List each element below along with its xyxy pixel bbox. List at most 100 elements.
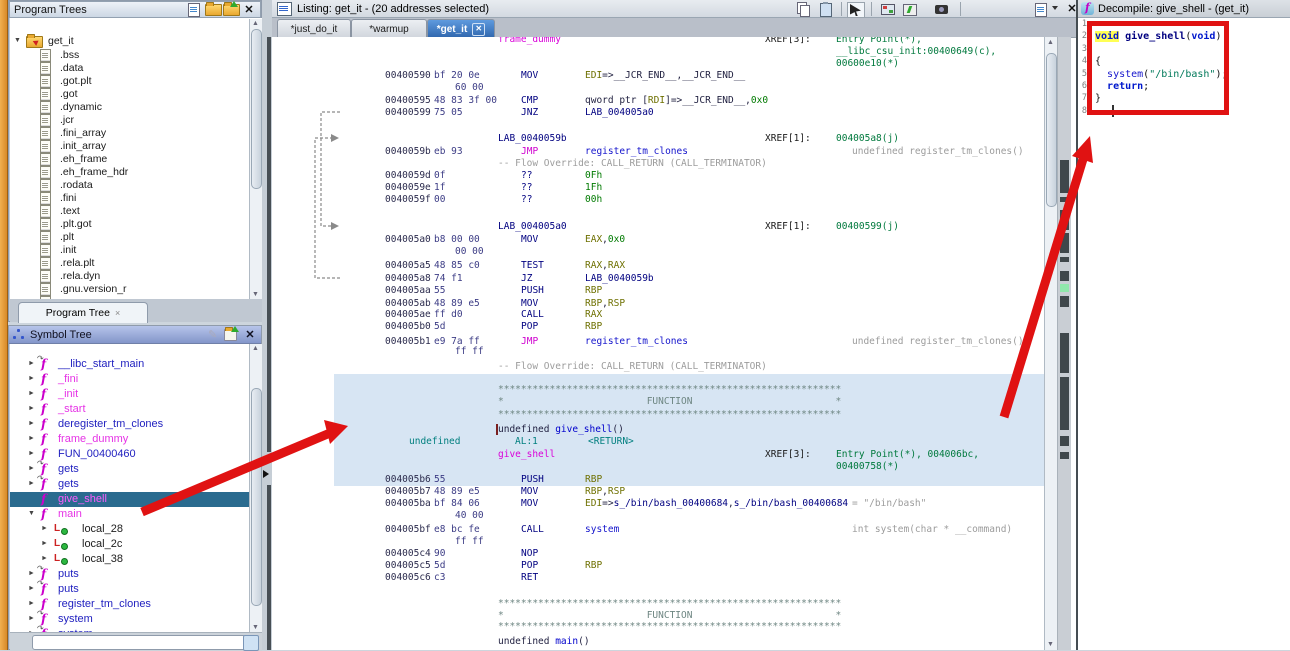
overview-mark[interactable] (1060, 377, 1069, 430)
edit-fields-icon[interactable] (880, 2, 896, 16)
symbol-item-main[interactable]: ▼fmain (10, 507, 262, 522)
listing-line[interactable]: ff ff (272, 346, 1044, 357)
expander-icon[interactable]: ► (28, 480, 35, 487)
tree-item[interactable]: .fini_array (10, 127, 262, 140)
symbol-item-deregister_tm_clones[interactable]: ►fderegister_tm_clones (10, 417, 262, 432)
symbol-item-_start[interactable]: ►f_start (10, 402, 262, 417)
listing-line[interactable]: 0040059f00??00h (272, 194, 1044, 205)
tree-item[interactable]: .plt (10, 231, 262, 244)
expander-icon[interactable]: ► (28, 420, 35, 427)
overview-mark[interactable] (1060, 284, 1069, 292)
listing-line[interactable]: 004005a874 f1JZLAB_0040059b (272, 273, 1044, 284)
expand-folder-icon[interactable] (224, 328, 239, 341)
listing-line[interactable]: give_shellXREF[3]:Entry Point(*), 004006… (272, 449, 1044, 460)
overview-margin[interactable] (1057, 37, 1071, 650)
symbol-item-local_28[interactable]: ►Llocal_28 (10, 522, 262, 537)
tree-item[interactable]: .gnu.version_r (10, 283, 262, 296)
panel-splitter[interactable] (262, 0, 272, 650)
listing-line[interactable]: 00400590bf 20 0eMOVEDI=>__JCR_END__,__JC… (272, 70, 1044, 81)
listing-line[interactable]: 0040059beb 93JMPregister_tm_clonesundefi… (272, 146, 1044, 157)
listing-line[interactable]: 004005a548 85 c0TESTRAX,RAX (272, 260, 1044, 271)
expander-icon[interactable]: ► (28, 360, 35, 367)
paste-icon[interactable] (818, 2, 834, 16)
overview-mark[interactable] (1060, 452, 1069, 459)
filter-input[interactable] (32, 635, 246, 650)
listing-line[interactable]: undefined give_shell() (272, 424, 1044, 435)
edit-pencil-icon[interactable]: ✎ (206, 328, 221, 341)
tree-item[interactable]: .fini (10, 192, 262, 205)
expander-icon[interactable]: ► (28, 375, 35, 382)
expander-icon[interactable]: ► (28, 570, 35, 577)
tree-item[interactable]: .init_array (10, 140, 262, 153)
tree-item[interactable]: .rela.dyn (10, 270, 262, 283)
expander-icon[interactable]: ► (28, 465, 35, 472)
tree-item[interactable]: .jcr (10, 114, 262, 127)
listing-line[interactable]: 0040059d0f??0Fh (272, 170, 1044, 181)
splitter-collapse-icon[interactable] (263, 470, 269, 478)
symbol-item-gets[interactable]: ►f↷gets (10, 477, 262, 492)
listing-line[interactable]: 004005b655PUSHRBP (272, 474, 1044, 485)
listing-content[interactable]: frame_dummyXREF[3]:Entry Point(*),__libc… (272, 37, 1044, 650)
tab-get-it[interactable]: *get_it ✕ (427, 19, 495, 38)
overview-mark[interactable] (1060, 296, 1069, 307)
listing-line[interactable]: 004005aa55PUSHRBP (272, 285, 1044, 296)
expander-icon[interactable]: ► (41, 540, 48, 547)
listing-scrollbar[interactable]: ▲ ▼ (1044, 37, 1057, 650)
tab-warmup[interactable]: *warmup (351, 19, 427, 38)
expander-icon[interactable]: ► (41, 525, 48, 532)
tab-program-tree[interactable]: Program Tree × (18, 302, 148, 323)
expander-icon[interactable]: ► (41, 555, 48, 562)
symbol-item-puts[interactable]: ►f↷puts (10, 567, 262, 582)
listing-line[interactable]: 004005c55dPOPRBP (272, 560, 1044, 571)
tree-item[interactable]: .bss (10, 49, 262, 62)
overview-mark[interactable] (1060, 436, 1069, 446)
listing-line[interactable]: ff ff (272, 536, 1044, 547)
symbol-item-_init[interactable]: ►f_init (10, 387, 262, 402)
listing-line[interactable]: LAB_004005a0XREF[1]:00400599(j) (272, 221, 1044, 232)
dropdown-icon[interactable] (1052, 6, 1058, 10)
filter-options-icon[interactable] (243, 635, 259, 651)
overview-mark[interactable] (1060, 271, 1069, 281)
listing-line[interactable]: ****************************************… (272, 598, 1044, 609)
tree-item[interactable]: .dynamic (10, 101, 262, 114)
listing-line[interactable]: undefinedAL:1<RETURN> (272, 436, 1044, 447)
listing-line[interactable]: 0040059975 05JNZLAB_004005a0 (272, 107, 1044, 118)
listing-line[interactable]: 004005b748 89 e5MOVRBP,RSP (272, 486, 1044, 497)
listing-line[interactable]: 00 00 (272, 246, 1044, 257)
display-options-icon[interactable] (1034, 2, 1050, 16)
new-tree-icon[interactable] (223, 3, 238, 16)
symbol-tree-scrollbar[interactable]: ▲ ▼ (249, 344, 262, 632)
expander-icon[interactable]: ▼ (28, 510, 35, 517)
symbol-item-give_shell[interactable]: fgive_shell (10, 492, 262, 507)
program-tree-scrollbar[interactable]: ▲ ▼ (249, 19, 262, 299)
expander-icon[interactable]: ► (28, 615, 35, 622)
listing-line[interactable]: -- Flow Override: CALL_RETURN (CALL_TERM… (272, 361, 1044, 372)
expander-icon[interactable]: ► (28, 435, 35, 442)
listing-line[interactable]: LAB_0040059bXREF[1]:004005a8(j) (272, 133, 1044, 144)
tree-item[interactable]: .text (10, 205, 262, 218)
copy-icon[interactable] (796, 2, 812, 16)
tree-item[interactable]: .plt.got (10, 218, 262, 231)
listing-line[interactable]: __libc_csu_init:00400649(c), (272, 46, 1044, 57)
listing-line[interactable]: -- Flow Override: CALL_RETURN (CALL_TERM… (272, 158, 1044, 169)
tree-item[interactable]: .eh_frame (10, 153, 262, 166)
overview-mark[interactable] (1060, 333, 1069, 373)
symbol-item-_fini[interactable]: ►f_fini (10, 372, 262, 387)
open-folder-icon[interactable] (205, 3, 220, 16)
listing-line[interactable]: 00600e10(*) (272, 58, 1044, 69)
listing-line[interactable]: * FUNCTION * (272, 396, 1044, 407)
expander-icon[interactable]: ► (28, 600, 35, 607)
tree-item[interactable]: .got.plt (10, 75, 262, 88)
listing-line[interactable]: 004005c490NOP (272, 548, 1044, 559)
tree-item[interactable]: .rela.plt (10, 257, 262, 270)
listing-line[interactable]: undefined main() (272, 636, 1044, 647)
overview-mark[interactable] (1060, 210, 1069, 230)
expander-icon[interactable]: ► (28, 585, 35, 592)
listing-line[interactable]: 0040059548 83 3f 00CMPqword ptr [RDI]=>_… (272, 95, 1044, 106)
listing-line[interactable]: 00400758(*) (272, 461, 1044, 472)
snapshot-icon[interactable] (934, 2, 950, 16)
overview-mark[interactable] (1060, 160, 1069, 193)
close-icon[interactable]: ✕ (242, 3, 256, 16)
tree-item[interactable]: .got (10, 88, 262, 101)
tab-close-icon[interactable]: × (115, 308, 120, 318)
